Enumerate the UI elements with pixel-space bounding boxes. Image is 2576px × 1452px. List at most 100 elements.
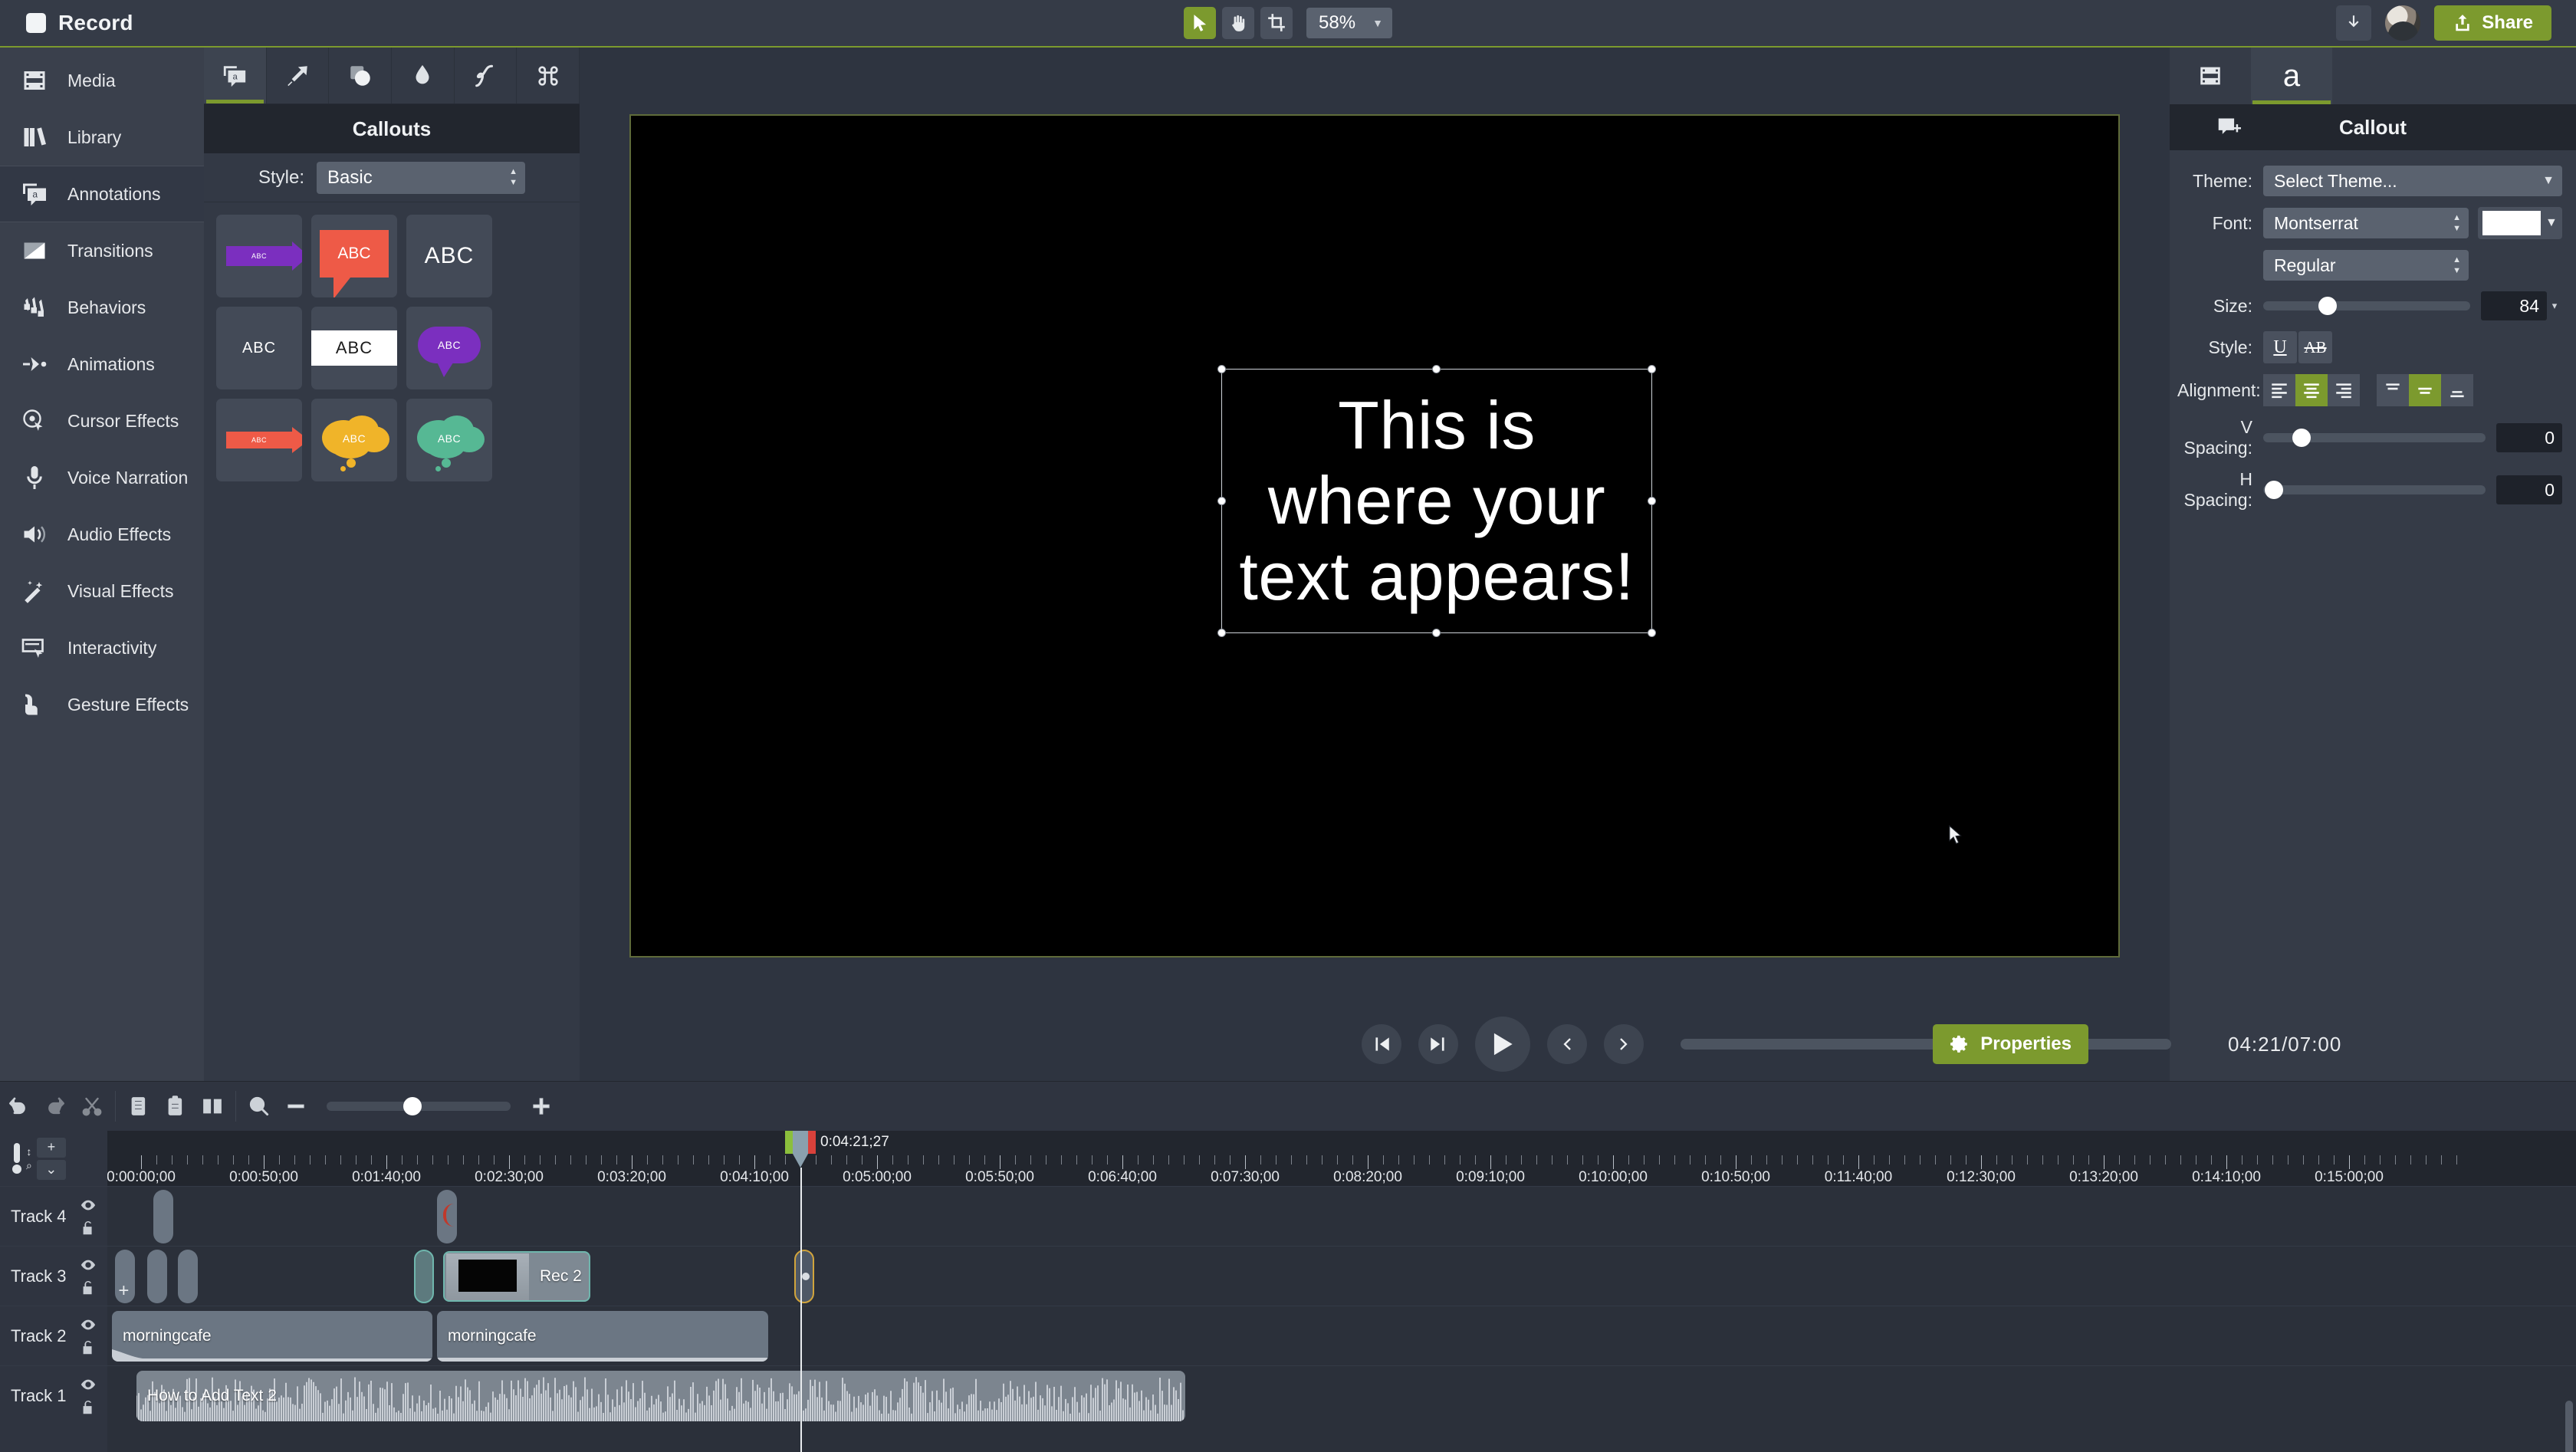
- blur-tab[interactable]: [392, 48, 455, 103]
- clip-marker[interactable]: +: [115, 1250, 135, 1303]
- eye-icon[interactable]: [80, 1376, 97, 1393]
- track-row-1[interactable]: How to Add Text 2: [107, 1365, 2576, 1425]
- sidebar-item-voice-narration[interactable]: Voice Narration: [0, 449, 204, 506]
- sidebar-item-interactivity[interactable]: Interactivity: [0, 619, 204, 676]
- next-marker-button[interactable]: [1604, 1024, 1644, 1064]
- sidebar-item-gesture-effects[interactable]: Gesture Effects: [0, 676, 204, 733]
- align-middle-button[interactable]: [2409, 374, 2441, 406]
- resize-handle-bottom-center[interactable]: [1432, 629, 1441, 637]
- font-size-value[interactable]: 84: [2481, 291, 2547, 320]
- chevron-down-icon[interactable]: ▾: [2547, 300, 2562, 312]
- clip-marker[interactable]: [147, 1250, 167, 1303]
- clip-marker[interactable]: [178, 1250, 198, 1303]
- sketch-tab[interactable]: [455, 48, 518, 103]
- eye-icon[interactable]: [80, 1197, 97, 1214]
- decrease-track-height-button[interactable]: ⌄: [36, 1159, 66, 1180]
- resize-handle-middle-left[interactable]: [1217, 496, 1226, 505]
- zoom-out-button[interactable]: [278, 1082, 314, 1131]
- video-canvas[interactable]: This is where your text appears!: [629, 114, 2120, 958]
- rec-2-clip[interactable]: Rec 2: [443, 1251, 590, 1302]
- zoom-in-button[interactable]: [523, 1082, 560, 1131]
- volume-control[interactable]: [12, 1143, 21, 1174]
- v-spacing-value[interactable]: 0: [2496, 423, 2562, 452]
- sidebar-item-library[interactable]: Library: [0, 109, 204, 166]
- track-header-2[interactable]: Track 2: [0, 1306, 107, 1365]
- zoom-level-select[interactable]: 58% ▼: [1306, 8, 1392, 38]
- arrows-tab[interactable]: [267, 48, 330, 103]
- plain-text-small-callout[interactable]: ABC: [216, 307, 302, 389]
- select-tool[interactable]: [1184, 7, 1216, 39]
- yellow-cloud-callout[interactable]: ABC: [311, 399, 397, 481]
- timeline-zoom-slider[interactable]: [327, 1097, 511, 1115]
- shapes-tab[interactable]: [329, 48, 393, 103]
- sidebar-item-behaviors[interactable]: Behaviors: [0, 279, 204, 336]
- purple-rounded-bubble-callout[interactable]: ABC: [406, 307, 492, 389]
- selected-clip-marker[interactable]: [794, 1250, 814, 1303]
- align-center-button[interactable]: [2295, 374, 2328, 406]
- font-size-slider[interactable]: [2263, 297, 2470, 315]
- track-header-4[interactable]: Track 4: [0, 1186, 107, 1246]
- record-button[interactable]: Record: [0, 11, 133, 35]
- sidebar-item-transitions[interactable]: Transitions: [0, 222, 204, 279]
- share-button[interactable]: Share: [2434, 5, 2551, 41]
- track-row-2[interactable]: morningcafe morningcafe: [107, 1306, 2576, 1365]
- track-row-4[interactable]: [107, 1186, 2576, 1246]
- how-to-add-text-2-clip[interactable]: How to Add Text 2: [136, 1371, 1185, 1421]
- font-size-knob[interactable]: [2318, 297, 2337, 315]
- timeline-vertical-scrollbar[interactable]: [2564, 1186, 2574, 1452]
- font-color-picker[interactable]: ▼: [2478, 207, 2562, 239]
- step-back-button[interactable]: [1362, 1024, 1401, 1064]
- strikethrough-button[interactable]: AB: [2298, 331, 2332, 363]
- resize-handle-top-center[interactable]: [1432, 365, 1441, 373]
- copy-button[interactable]: [120, 1082, 157, 1131]
- white-bar-callout[interactable]: ABC: [311, 307, 397, 389]
- h-spacing-slider[interactable]: [2263, 481, 2486, 499]
- split-button[interactable]: [194, 1082, 231, 1131]
- sidebar-item-cursor-effects[interactable]: Cursor Effects: [0, 393, 204, 449]
- style-select[interactable]: Basic ▲ ▼: [317, 161, 526, 194]
- sidebar-item-audio-effects[interactable]: Audio Effects: [0, 506, 204, 563]
- morningcafe-clip-1[interactable]: morningcafe: [112, 1311, 432, 1362]
- eye-icon[interactable]: [80, 1316, 97, 1333]
- font-weight-select[interactable]: Regular ▲ ▼: [2263, 250, 2469, 281]
- underline-button[interactable]: U: [2263, 331, 2297, 363]
- seek-slider[interactable]: [1681, 1034, 2171, 1054]
- zoom-to-fit-button[interactable]: [241, 1082, 278, 1131]
- prev-marker-button[interactable]: [1547, 1024, 1587, 1064]
- track-header-1[interactable]: Track 1: [0, 1365, 107, 1425]
- align-right-button[interactable]: [2328, 374, 2360, 406]
- unlock-icon[interactable]: [80, 1339, 97, 1356]
- redo-button[interactable]: [37, 1082, 74, 1131]
- resize-handle-top-right[interactable]: [1648, 365, 1656, 373]
- green-cloud-callout[interactable]: ABC: [406, 399, 492, 481]
- align-bottom-button[interactable]: [2441, 374, 2473, 406]
- cut-button[interactable]: [74, 1082, 110, 1131]
- undo-button[interactable]: [0, 1082, 37, 1131]
- user-avatar[interactable]: [2385, 5, 2421, 41]
- clip-marker[interactable]: [414, 1250, 434, 1303]
- font-family-select[interactable]: Montserrat ▲ ▼: [2263, 208, 2469, 238]
- paste-button[interactable]: [157, 1082, 194, 1131]
- red-speech-rect-callout[interactable]: ABC: [311, 215, 397, 297]
- resize-handle-middle-right[interactable]: [1648, 496, 1656, 505]
- align-top-button[interactable]: [2377, 374, 2409, 406]
- resize-handle-bottom-right[interactable]: [1648, 629, 1656, 637]
- align-left-button[interactable]: [2263, 374, 2295, 406]
- increase-track-height-button[interactable]: +: [36, 1137, 66, 1158]
- purple-arrow-callout[interactable]: ABC: [216, 215, 302, 297]
- v-spacing-knob[interactable]: [2292, 429, 2311, 447]
- clip-marker[interactable]: [437, 1190, 457, 1243]
- unlock-icon[interactable]: [80, 1280, 97, 1296]
- red-arrow-callout[interactable]: ABC: [216, 399, 302, 481]
- eye-icon[interactable]: [80, 1257, 97, 1273]
- unlock-icon[interactable]: [80, 1399, 97, 1416]
- keystroke-tab[interactable]: [517, 48, 580, 103]
- theme-select[interactable]: Select Theme... ▼: [2263, 166, 2562, 196]
- track-row-3[interactable]: + Rec 2: [107, 1246, 2576, 1306]
- timeline-canvas[interactable]: 0:00:00;00 0:00:50;00 0:01:40;00 0:02:30;00…: [107, 1131, 2576, 1452]
- h-spacing-value[interactable]: 0: [2496, 475, 2562, 504]
- crop-tool[interactable]: [1260, 7, 1293, 39]
- timeline-ruler[interactable]: 0:00:00;00 0:00:50;00 0:01:40;00 0:02:30;00…: [107, 1131, 2576, 1186]
- clip-marker[interactable]: [153, 1190, 173, 1243]
- plain-text-large-callout[interactable]: ABC: [406, 215, 492, 297]
